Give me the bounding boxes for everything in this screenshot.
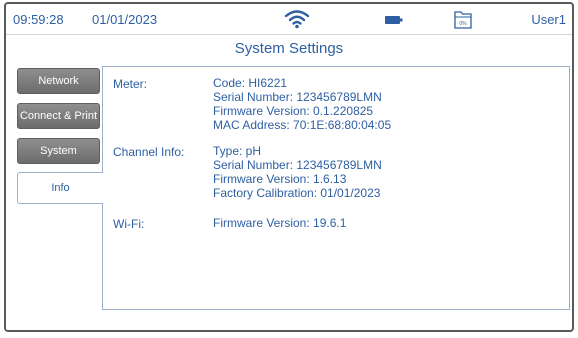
meter-code: Code: HI6221 <box>213 76 288 90</box>
tab-network[interactable]: Network <box>17 68 100 94</box>
meter-mac: MAC Address: 70:1E:68:80:04:05 <box>213 118 392 132</box>
tab-label: Info <box>51 182 70 194</box>
page-title: System Settings <box>234 40 344 57</box>
channel-type: Type: pH <box>213 144 262 158</box>
tab-system[interactable]: System <box>17 138 100 164</box>
clock-date: 01/01/2023 <box>92 12 158 27</box>
tab-connect-print[interactable]: Connect & Print <box>17 103 100 129</box>
wifi-details: Firmware Version: 19.6.1 <box>213 216 346 230</box>
storage-percent: 0% <box>459 21 467 27</box>
tab-label: System <box>40 145 77 157</box>
meter-details: Code: HI6221 Serial Number: 123456789LMN… <box>213 76 391 132</box>
wifi-label: Wi-Fi: <box>113 217 145 231</box>
meter-label: Meter: <box>113 77 148 91</box>
wifi-firmware: Firmware Version: 19.6.1 <box>213 216 347 230</box>
folder-icon: 0% <box>454 8 472 30</box>
wifi-icon <box>284 10 310 29</box>
clock-time: 09:59:28 <box>13 12 64 27</box>
battery-icon <box>385 16 403 24</box>
channel-details: Type: pH Serial Number: 123456789LMN Fir… <box>213 144 382 200</box>
status-bar: 09:59:28 01/01/2023 0% User1 <box>6 4 572 35</box>
tab-label: Network <box>38 75 79 87</box>
meter-firmware: Firmware Version: 0.1.220825 <box>213 104 374 118</box>
channel-serial: Serial Number: 123456789LMN <box>213 158 382 172</box>
channel-label: Channel Info: <box>113 145 185 159</box>
device-screen: 09:59:28 01/01/2023 0% User1 System Sett… <box>4 2 574 332</box>
tab-label: Connect & Print <box>19 110 98 122</box>
info-panel: Meter: Code: HI6221 Serial Number: 12345… <box>102 66 570 310</box>
meter-serial: Serial Number: 123456789LMN <box>213 90 382 104</box>
user-name[interactable]: User1 <box>531 12 566 27</box>
channel-calibration: Factory Calibration: 01/01/2023 <box>213 186 381 200</box>
channel-firmware: Firmware Version: 1.6.13 <box>213 172 347 186</box>
tab-info[interactable]: Info <box>17 172 103 204</box>
